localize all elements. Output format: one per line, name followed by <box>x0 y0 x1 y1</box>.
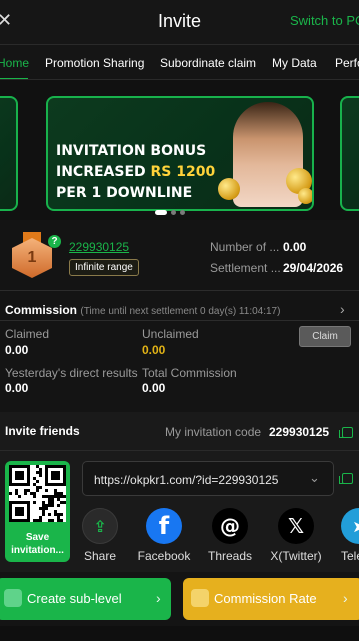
help-icon[interactable]: ? <box>48 235 61 248</box>
invite-title: Invite friends <box>5 424 80 438</box>
top-bar: ✕ Invite Switch to PC <box>0 0 359 44</box>
save-invitation-label: Save invitation... <box>11 532 64 556</box>
banner-carousel[interactable]: INVITATION BONUS INCREASED RS 1200 PER 1… <box>0 80 359 220</box>
threads-label: Threads <box>207 549 253 563</box>
chevron-down-icon: ⌄ <box>309 470 320 485</box>
facebook-button[interactable]: f Facebook <box>137 508 191 563</box>
total-commission-label: Total Commission <box>142 366 237 380</box>
tab-bar: Home Promotion Sharing Subordinate claim… <box>0 44 359 80</box>
coin-stack-icon <box>191 589 209 607</box>
commission-rate-button[interactable]: Commission Rate › <box>183 578 359 620</box>
banner-slide[interactable]: INVITATION BONUS INCREASED RS 1200 PER 1… <box>46 96 314 211</box>
create-sub-level-label: Create sub-level <box>27 591 122 606</box>
create-sub-level-button[interactable]: Create sub-level › <box>0 578 171 620</box>
commission-rate-label: Commission Rate <box>214 591 317 606</box>
telegram-icon: ➤ <box>341 508 359 544</box>
chevron-right-icon[interactable]: › <box>340 301 345 317</box>
copy-icon[interactable] <box>339 427 353 438</box>
x-twitter-label: X(Twitter) <box>270 549 322 563</box>
downline-count-value: 0.00 <box>283 240 307 254</box>
banner-line-2: INCREASED RS 1200 <box>56 164 216 180</box>
tab-promotion-sharing[interactable]: Promotion Sharing <box>45 56 144 70</box>
facebook-icon: f <box>146 508 182 544</box>
x-twitter-button[interactable]: 𝕏 X(Twitter) <box>269 508 323 563</box>
user-add-icon <box>4 589 22 607</box>
share-button[interactable]: ⇪ Share <box>73 508 127 563</box>
bottom-bar <box>0 626 359 641</box>
telegram-label: Telegram <box>341 549 359 563</box>
direct-results-value: 0.00 <box>5 381 29 395</box>
downline-count-label: Number of ... <box>210 240 280 254</box>
copy-icon[interactable] <box>339 473 353 484</box>
divider <box>0 290 359 291</box>
range-badge: Infinite range <box>69 259 139 276</box>
level-badge-icon: 1 <box>12 232 52 280</box>
carousel-dots <box>155 202 189 220</box>
settlement-label: Settlement ... <box>210 261 281 275</box>
banner-slide-previous[interactable] <box>0 96 18 211</box>
telegram-button[interactable]: ➤ Telegram <box>327 508 359 563</box>
switch-to-pc-link[interactable]: Switch to PC <box>290 13 359 28</box>
chevron-right-icon: › <box>343 590 348 606</box>
tab-performance[interactable]: Performance <box>335 56 359 70</box>
carousel-dot[interactable] <box>171 210 176 215</box>
qr-code <box>9 465 66 522</box>
divider <box>0 320 359 321</box>
threads-button[interactable]: @ Threads <box>203 508 257 563</box>
user-id[interactable]: 229930125 <box>69 240 129 254</box>
carousel-dot[interactable] <box>180 210 185 215</box>
divider <box>0 450 359 451</box>
banner-line-3: PER 1 DOWNLINE <box>56 185 193 201</box>
commission-title: Commission (Time until next settlement 0… <box>5 303 281 317</box>
claim-button[interactable]: Claim <box>299 326 351 347</box>
tab-home[interactable]: Home <box>0 56 29 70</box>
threads-icon: @ <box>212 508 248 544</box>
x-twitter-icon: 𝕏 <box>278 508 314 544</box>
share-label: Share <box>83 549 117 563</box>
chevron-right-icon: › <box>156 590 161 606</box>
tab-subordinate-claim[interactable]: Subordinate claim <box>160 56 256 70</box>
invitation-code-label: My invitation code <box>165 425 262 439</box>
unclaimed-label: Unclaimed <box>142 327 199 341</box>
coin-icon <box>298 188 312 204</box>
invite-url-select[interactable]: https://okpkr1.com/?id=229930125 ⌄ <box>82 461 334 496</box>
share-icon: ⇪ <box>82 508 118 544</box>
unclaimed-value: 0.00 <box>142 343 166 357</box>
facebook-label: Facebook <box>137 549 191 563</box>
claimed-label: Claimed <box>5 327 50 341</box>
settlement-date: 29/04/2026 <box>283 261 344 275</box>
coin-icon <box>218 178 240 200</box>
tab-my-data[interactable]: My Data <box>272 56 317 70</box>
invite-url: https://okpkr1.com/?id=229930125 <box>94 473 279 487</box>
banner-line-1: INVITATION BONUS <box>56 143 207 159</box>
invitation-code-value: 229930125 <box>269 425 330 439</box>
direct-results-label: Yesterday's direct results <box>5 366 138 380</box>
banner-slide-next[interactable] <box>340 96 359 211</box>
save-invitation-button[interactable]: Save invitation... <box>5 461 70 562</box>
total-commission-value: 0.00 <box>142 381 166 395</box>
claimed-value: 0.00 <box>5 343 29 357</box>
carousel-dot-active[interactable] <box>155 210 167 215</box>
